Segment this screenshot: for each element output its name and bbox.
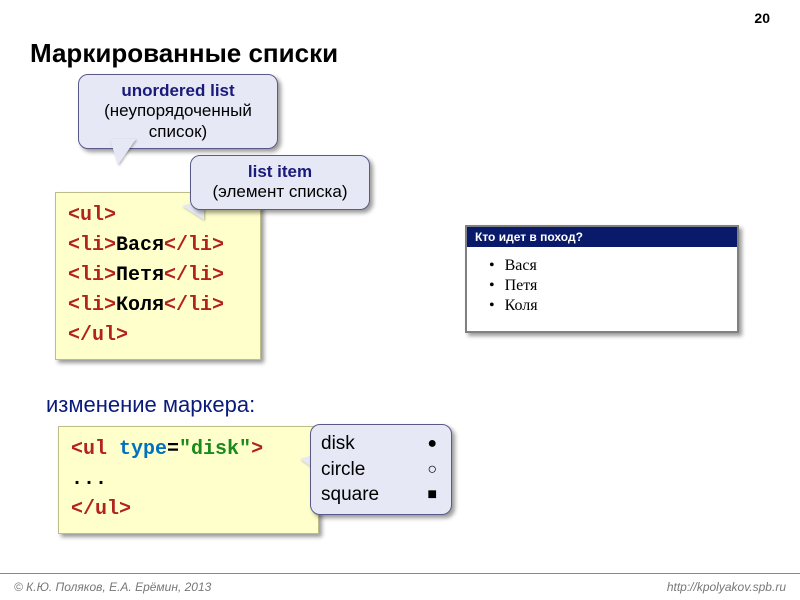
footer-copyright: © К.Ю. Поляков, Е.А. Ерёмин, 2013 — [14, 580, 211, 594]
list-item: • Вася — [479, 257, 725, 275]
code-tag: > — [251, 438, 263, 461]
code-text: = — [167, 438, 179, 461]
marker-label: disk — [321, 431, 355, 457]
code-tag: </li> — [164, 234, 224, 257]
code-text: Вася — [116, 234, 164, 257]
code-tag: <li> — [68, 264, 116, 287]
code-tag: <ul> — [68, 204, 116, 227]
bullet-icon: • — [489, 277, 495, 294]
code-tag: </li> — [164, 264, 224, 287]
callout-sub: (неупорядоченный список) — [93, 101, 263, 142]
browser-preview: Кто идет в поход? • Вася • Петя • Коля — [465, 225, 739, 333]
list-item: • Петя — [479, 277, 725, 295]
code-tag: </li> — [164, 294, 224, 317]
browser-titlebar: Кто идет в поход? — [467, 227, 737, 247]
circle-icon: ○ — [427, 459, 441, 481]
callout-list-item: list item (элемент списка) — [190, 155, 370, 210]
code-text: Коля — [116, 294, 164, 317]
code-text: ... — [71, 468, 107, 491]
callout-sub: (элемент списка) — [205, 182, 355, 202]
callout-tail-icon — [110, 139, 136, 165]
code-tag: <li> — [68, 234, 116, 257]
list-item-label: Вася — [505, 257, 537, 274]
subheading: изменение маркера: — [46, 392, 255, 418]
list-item-label: Петя — [505, 277, 538, 294]
code-tag: </ul> — [71, 498, 131, 521]
callout-marker-types: disk ● circle ○ square ■ — [310, 424, 452, 515]
bullet-icon: • — [489, 297, 495, 314]
marker-label: circle — [321, 457, 365, 483]
square-icon: ■ — [427, 484, 441, 506]
footer-url: http://kpolyakov.spb.ru — [667, 580, 786, 594]
code-block-ul: <ul> <li>Вася</li> <li>Петя</li> <li>Кол… — [55, 192, 261, 360]
code-value: "disk" — [179, 438, 251, 461]
code-text: Петя — [116, 264, 164, 287]
callout-bold: list item — [205, 162, 355, 182]
code-attr: type — [119, 438, 167, 461]
marker-label: square — [321, 482, 379, 508]
list-item-label: Коля — [505, 297, 538, 314]
code-tag: </ul> — [68, 324, 128, 347]
page-title: Маркированные списки — [30, 38, 338, 69]
callout-unordered-list: unordered list (неупорядоченный список) — [78, 74, 278, 149]
disc-icon: ● — [427, 433, 441, 455]
browser-content: • Вася • Петя • Коля — [467, 247, 737, 331]
bullet-icon: • — [489, 257, 495, 274]
code-tag: <ul — [71, 438, 119, 461]
footer: © К.Ю. Поляков, Е.А. Ерёмин, 2013 http:/… — [0, 573, 800, 600]
callout-bold: unordered list — [93, 81, 263, 101]
code-tag: <li> — [68, 294, 116, 317]
list-item: • Коля — [479, 297, 725, 315]
code-block-ul-type: <ul type="disk"> ... </ul> — [58, 426, 319, 534]
page-number: 20 — [754, 10, 770, 26]
